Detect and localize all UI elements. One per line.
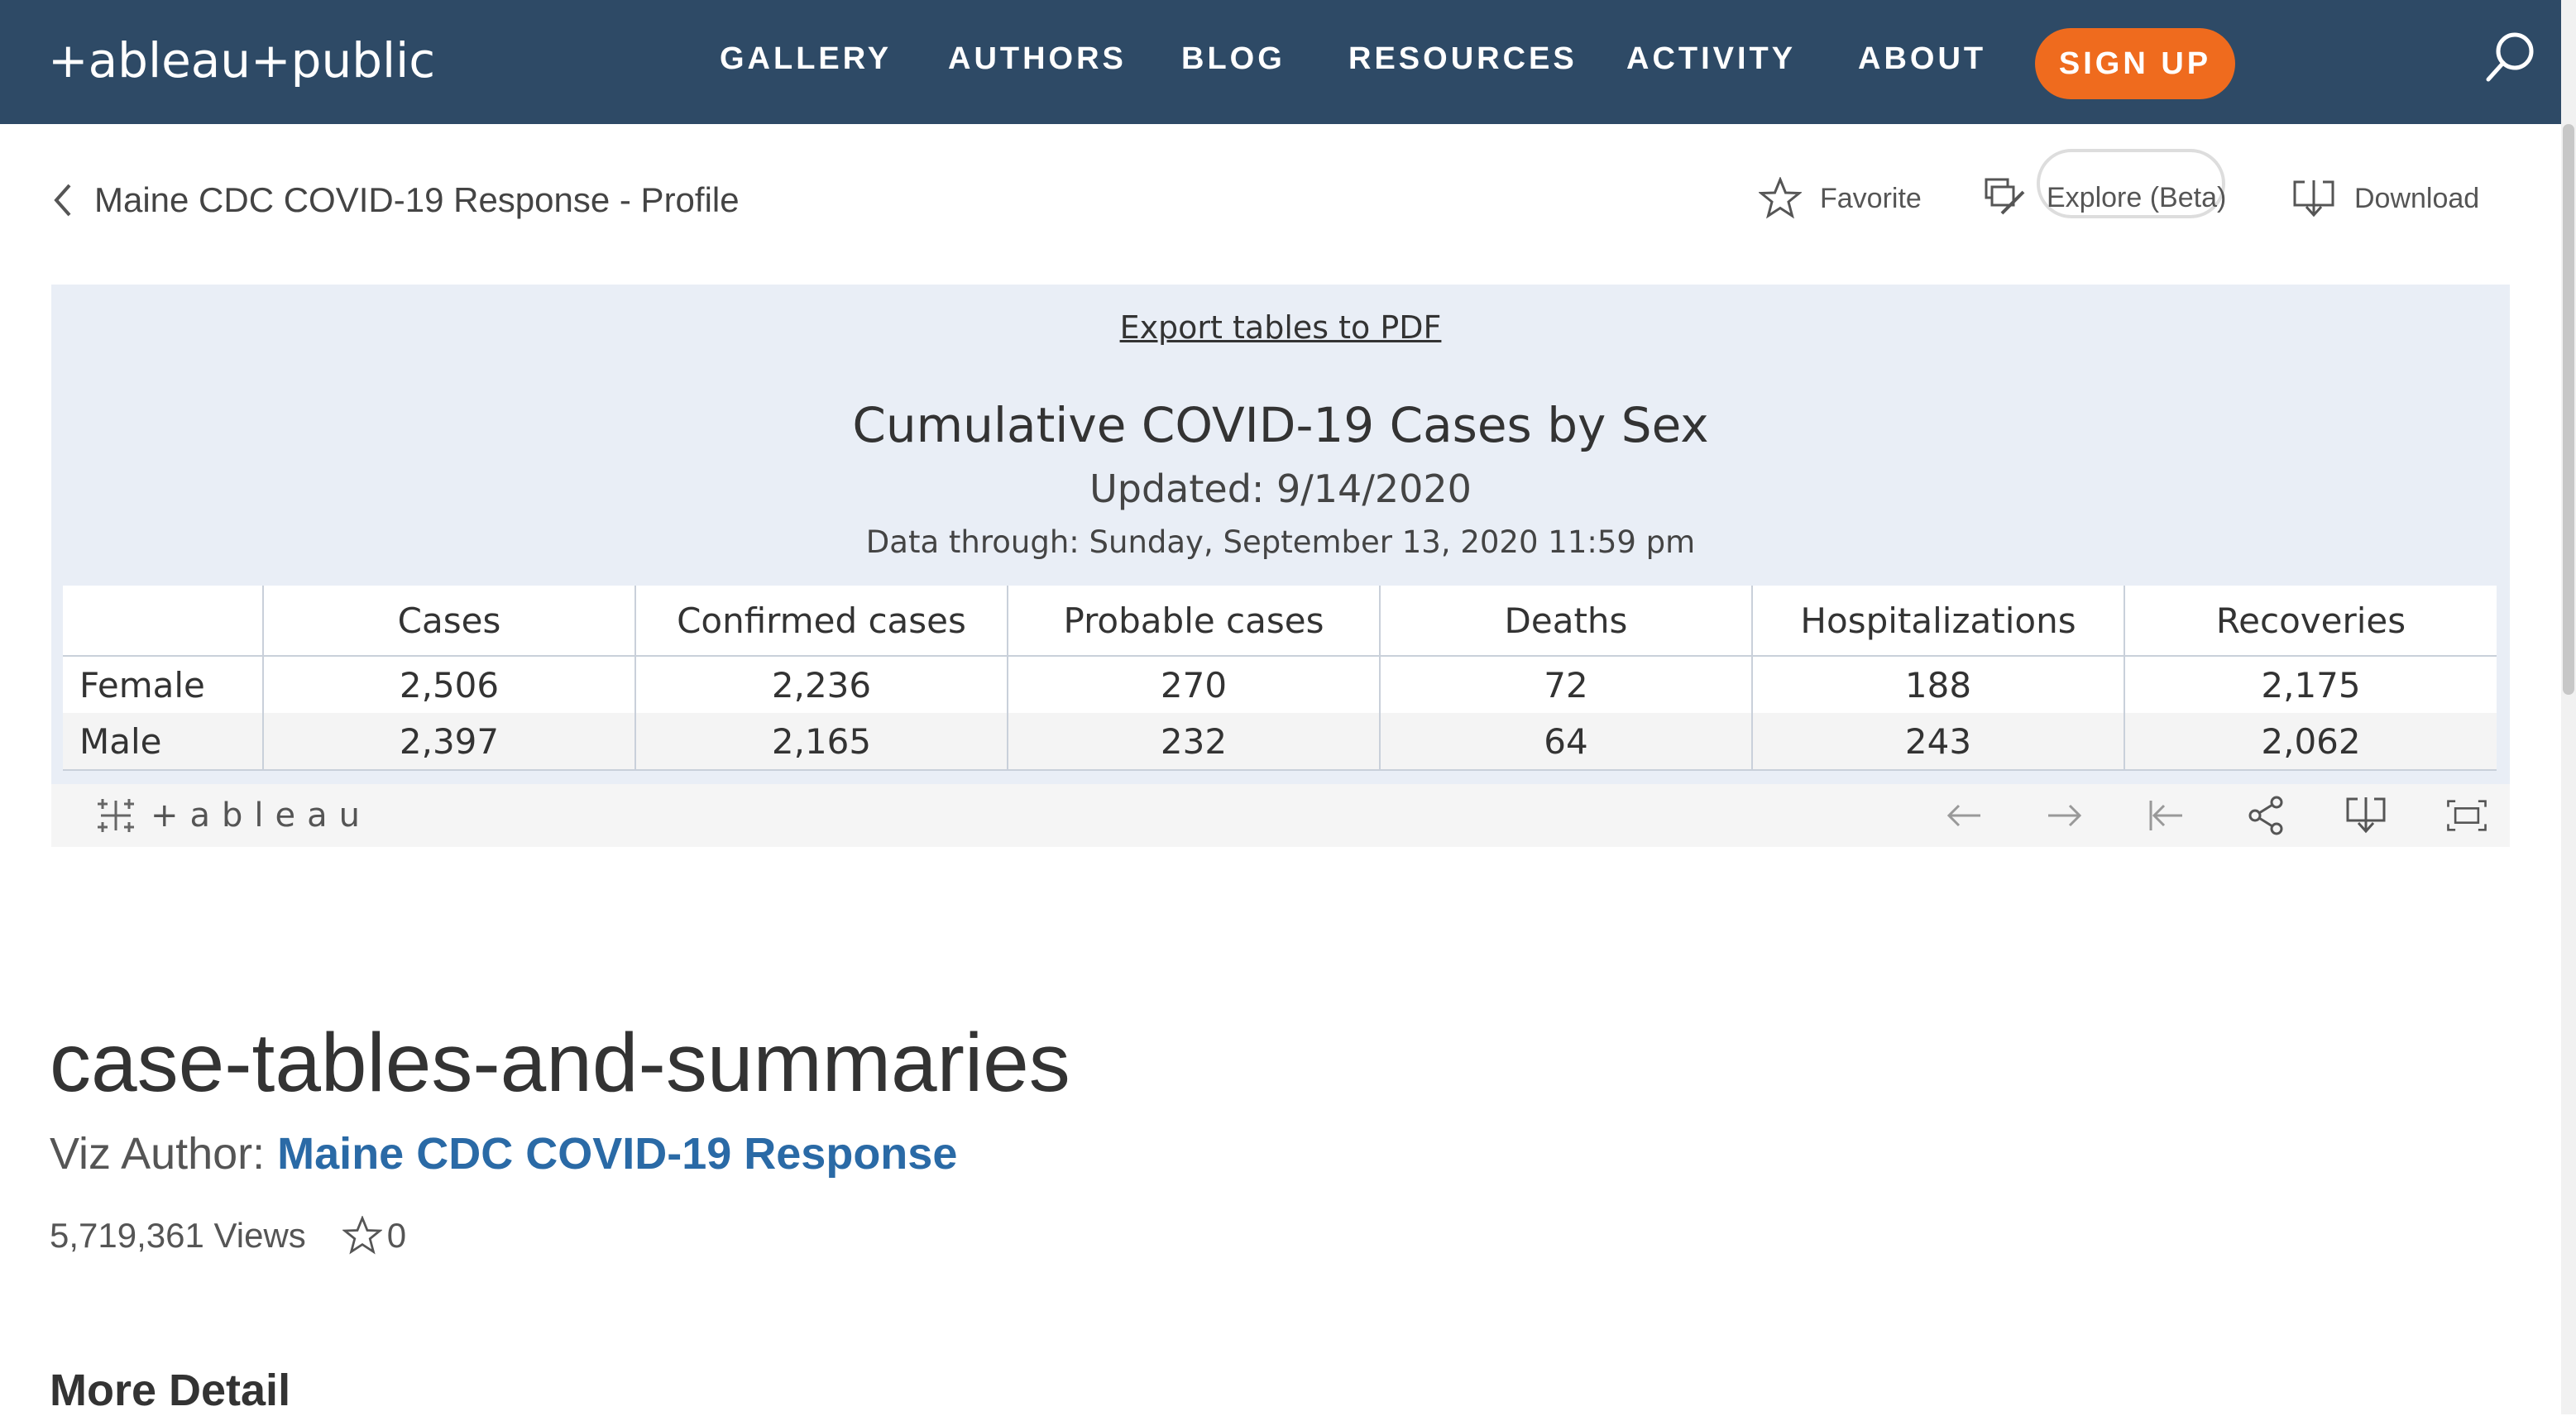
scrollbar-thumb[interactable] xyxy=(2563,124,2574,695)
viz-author-prefix: Viz Author: xyxy=(50,1129,278,1179)
column-header-hospitalizations: Hospitalizations xyxy=(1751,586,2124,657)
cases-by-sex-table: Cases Confirmed cases Probable cases Dea… xyxy=(63,586,2497,771)
table-cell[interactable]: 2,506 xyxy=(262,656,635,713)
star-icon xyxy=(1759,177,1802,219)
nav-activity[interactable]: ACTIVITY xyxy=(1626,41,1796,77)
viz-author-link[interactable]: Maine CDC COVID-19 Response xyxy=(277,1129,957,1179)
table-cell[interactable]: 2,165 xyxy=(634,713,1008,771)
sign-up-button[interactable]: SIGN UP xyxy=(2035,28,2235,99)
revert-to-start-icon[interactable] xyxy=(2144,794,2187,837)
explore-beta-button[interactable]: Explore (Beta) xyxy=(1984,177,2226,218)
column-header-deaths: Deaths xyxy=(1379,586,1752,657)
table-cell[interactable]: 188 xyxy=(1751,656,2124,713)
explore-label: Explore (Beta) xyxy=(2047,181,2227,213)
favorites-count: 0 xyxy=(386,1216,407,1255)
back-link-label: Maine CDC COVID-19 Response - Profile xyxy=(94,180,740,219)
table-cell[interactable]: 2,062 xyxy=(2124,713,2497,771)
table-cell[interactable]: 2,397 xyxy=(262,713,635,771)
download-icon xyxy=(2293,180,2334,218)
table-cell[interactable]: 64 xyxy=(1379,713,1752,771)
row-label-female: Female xyxy=(79,664,205,706)
download-label: Download xyxy=(2354,182,2480,214)
table-row: Male 2,397 2,165 232 64 243 2,062 xyxy=(63,713,2497,771)
page-title: case-tables-and-summaries xyxy=(50,1017,1070,1109)
favorite-label: Favorite xyxy=(1820,182,1922,214)
viz-author-line: Viz Author: Maine CDC COVID-19 Response xyxy=(50,1128,957,1179)
viz-data-through: Data through: Sunday, September 13, 2020… xyxy=(865,524,1696,560)
column-header-cases: Cases xyxy=(262,586,635,657)
explore-edit-icon xyxy=(1985,178,2025,215)
nav-gallery[interactable]: GALLERY xyxy=(720,41,892,77)
table-cell[interactable]: 232 xyxy=(1007,713,1380,771)
favorite-button[interactable]: Favorite xyxy=(1759,177,1922,220)
viz-toolbar: +ableau xyxy=(51,784,2510,847)
row-label-male: Male xyxy=(63,713,263,771)
back-to-profile-link[interactable]: Maine CDC COVID-19 Response - Profile xyxy=(51,180,740,220)
nav-blog[interactable]: BLOG xyxy=(1181,41,1286,77)
favorite-star-icon[interactable] xyxy=(342,1216,382,1256)
table-cell[interactable]: 72 xyxy=(1379,656,1752,713)
table-cell[interactable]: 243 xyxy=(1751,713,2124,771)
tableau-cross-icon xyxy=(98,799,134,832)
undo-arrow-icon[interactable] xyxy=(1942,794,1985,837)
table-cell[interactable]: 2,236 xyxy=(634,656,1008,713)
nav-authors[interactable]: AUTHORS xyxy=(948,41,1127,77)
share-icon[interactable] xyxy=(2245,794,2288,837)
tableau-viz-container: Export tables to PDF Cumulative COVID-19… xyxy=(51,285,2510,847)
table-header-corner xyxy=(63,586,263,657)
viz-title: Cumulative COVID-19 Cases by Sex xyxy=(852,397,1709,453)
tableau-footer-logo[interactable]: +ableau xyxy=(94,794,371,837)
tableau-footer-wordmark: +ableau xyxy=(151,796,372,835)
column-header-confirmed-cases: Confirmed cases xyxy=(634,586,1008,657)
column-header-recoveries: Recoveries xyxy=(2124,586,2497,657)
download-viz-icon[interactable] xyxy=(2344,794,2387,837)
tableau-public-logo[interactable]: +ableau+public xyxy=(48,23,435,98)
export-tables-to-pdf-link[interactable]: Export tables to PDF xyxy=(51,309,2510,346)
views-and-favorites: 5,719,361 Views 0 xyxy=(50,1216,406,1256)
more-detail-heading: More Detail xyxy=(50,1366,291,1415)
fullscreen-icon[interactable] xyxy=(2445,794,2488,837)
viz-updated-date: Updated: 9/14/2020 xyxy=(1089,466,1472,511)
table-header-row: Cases Confirmed cases Probable cases Dea… xyxy=(63,586,2497,657)
download-button[interactable]: Download xyxy=(2291,177,2479,220)
table-cell[interactable]: 2,175 xyxy=(2124,656,2497,713)
redo-arrow-icon[interactable] xyxy=(2043,794,2086,837)
column-header-probable-cases: Probable cases xyxy=(1007,586,1380,657)
search-icon[interactable] xyxy=(2482,28,2540,86)
table-row: Female 2,506 2,236 270 72 188 2,175 xyxy=(63,656,2497,713)
nav-about[interactable]: ABOUT xyxy=(1858,41,1986,77)
chevron-left-icon xyxy=(54,184,71,217)
top-navigation-bar: +ableau+public GALLERY AUTHORS BLOG RESO… xyxy=(0,0,2561,124)
views-count: 5,719,361 Views xyxy=(50,1216,306,1255)
nav-resources[interactable]: RESOURCES xyxy=(1348,41,1578,77)
table-cell[interactable]: 270 xyxy=(1007,656,1380,713)
